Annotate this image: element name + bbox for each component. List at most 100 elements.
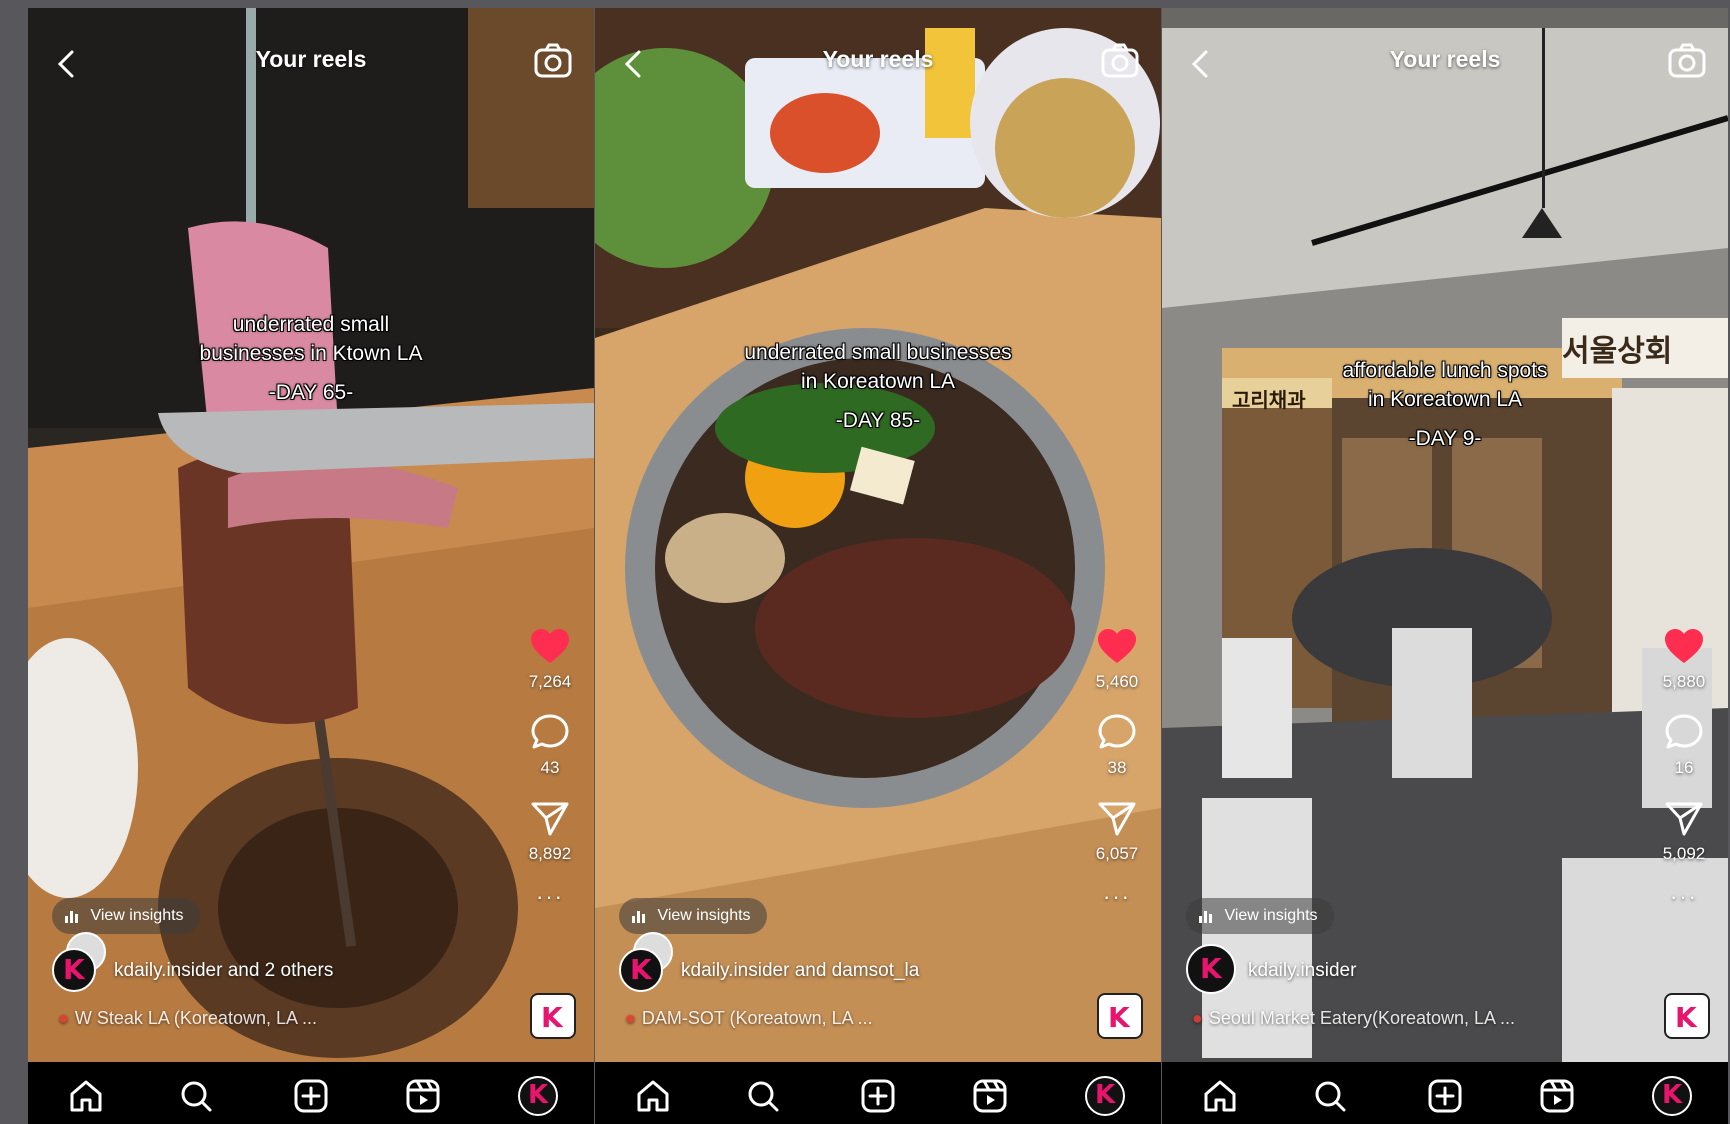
camera-icon[interactable] (1099, 40, 1141, 82)
insights-bars-icon (1199, 910, 1212, 923)
search-icon (1315, 1081, 1346, 1112)
caption-line-2: in Koreatown LA (800, 370, 956, 393)
view-insights-button[interactable]: View insights (619, 898, 767, 934)
comments-count: 38 (1107, 758, 1127, 777)
reels-icon (973, 1079, 1007, 1113)
reel-caption: affordable lunch spots in Koreatown LA -… (1202, 356, 1688, 453)
heart-icon[interactable] (528, 626, 572, 666)
likes-count: 7,264 (528, 672, 572, 691)
action-column: 5,460 38 6,057 ··· (1087, 626, 1147, 910)
nav-profile[interactable]: K (518, 1076, 558, 1116)
action-column: 5,880 16 5,092 ··· (1654, 626, 1714, 910)
nav-search[interactable] (176, 1076, 216, 1116)
audio-button[interactable]: K (1664, 993, 1710, 1039)
insights-bars-icon (632, 910, 645, 923)
camera-icon[interactable] (532, 40, 574, 82)
author-row: K kdaily.insider (1186, 944, 1638, 996)
nav-home[interactable] (66, 1076, 106, 1116)
reel-panel-2: Your reels underrated small businesses i… (595, 8, 1161, 1124)
nav-reels[interactable] (970, 1076, 1010, 1116)
avatar[interactable]: K (1186, 944, 1236, 994)
caption-line-2: in Koreatown LA (1367, 388, 1523, 411)
send-icon[interactable] (1662, 798, 1706, 838)
nav-profile[interactable]: K (1652, 1076, 1692, 1116)
location-pin-icon: ● (58, 1008, 69, 1028)
username[interactable]: kdaily.insider and damsot_la (681, 960, 919, 982)
search-icon (181, 1081, 212, 1112)
camera-icon[interactable] (1666, 40, 1708, 82)
bottom-nav: K (595, 1062, 1161, 1124)
page-title: Your reels (822, 46, 934, 72)
more-icon[interactable]: ··· (1087, 884, 1147, 910)
avatar[interactable]: K (52, 948, 96, 992)
audio-button[interactable]: K (530, 993, 576, 1039)
insights-bars-icon (65, 910, 78, 923)
shares-count: 6,057 (1095, 844, 1139, 863)
view-insights-button[interactable]: View insights (1186, 898, 1334, 934)
nav-search[interactable] (1310, 1076, 1350, 1116)
nav-create[interactable] (291, 1076, 331, 1116)
shares-count: 8,892 (528, 844, 572, 863)
location-tag[interactable]: ● DAM-SOT (Koreatown, LA ... (625, 1008, 873, 1029)
profile-icon: K (1095, 1080, 1116, 1110)
view-insights-button[interactable]: View insights (52, 898, 200, 934)
reel-caption: underrated small businesses in Ktown LA … (68, 310, 554, 407)
audio-button[interactable]: K (1097, 993, 1143, 1039)
send-icon[interactable] (528, 798, 572, 838)
avatar[interactable]: K (619, 948, 663, 992)
home-icon (1204, 1080, 1236, 1112)
comments-count: 43 (540, 758, 560, 777)
top-bar: Your reels (1162, 8, 1728, 108)
comments-count: 16 (1674, 758, 1694, 777)
comment-icon[interactable] (1095, 712, 1139, 752)
bottom-nav: K (1162, 1062, 1728, 1124)
heart-icon[interactable] (1662, 626, 1706, 666)
create-icon (1428, 1079, 1462, 1113)
location-pin-icon: ● (625, 1008, 636, 1028)
location-text: W Steak LA (Koreatown, LA ... (74, 1008, 317, 1028)
reels-icon (406, 1079, 440, 1113)
send-icon[interactable] (1095, 798, 1139, 838)
caption-day: -DAY 9- (1408, 427, 1482, 450)
nav-create[interactable] (858, 1076, 898, 1116)
nav-reels[interactable] (1537, 1076, 1577, 1116)
home-icon (70, 1080, 102, 1112)
likes-count: 5,880 (1662, 672, 1706, 691)
username[interactable]: kdaily.insider (1248, 960, 1356, 982)
caption-line-1: affordable lunch spots (1342, 359, 1548, 382)
location-text: Seoul Market Eatery(Koreatown, LA ... (1208, 1008, 1516, 1028)
nav-reels[interactable] (403, 1076, 443, 1116)
view-insights-label: View insights (1224, 907, 1318, 924)
page-title: Your reels (1389, 46, 1501, 72)
caption-line-1: underrated small (232, 313, 390, 336)
heart-icon[interactable] (1095, 626, 1139, 666)
more-icon[interactable]: ··· (1654, 884, 1714, 910)
location-text: DAM-SOT (Koreatown, LA ... (641, 1008, 873, 1028)
comment-icon[interactable] (1662, 712, 1706, 752)
nav-home[interactable] (633, 1076, 673, 1116)
nav-create[interactable] (1425, 1076, 1465, 1116)
profile-icon: K (528, 1080, 549, 1110)
k-logo-icon: K (1675, 1001, 1697, 1034)
location-tag[interactable]: ● Seoul Market Eatery(Koreatown, LA ... (1192, 1008, 1515, 1029)
location-tag[interactable]: ● W Steak LA (Koreatown, LA ... (58, 1008, 317, 1029)
nav-profile[interactable]: K (1085, 1076, 1125, 1116)
view-insights-label: View insights (657, 907, 751, 924)
nav-search[interactable] (743, 1076, 783, 1116)
top-bar: Your reels (28, 8, 594, 108)
page-title: Your reels (255, 46, 367, 72)
shares-count: 5,092 (1662, 844, 1706, 863)
nav-home[interactable] (1200, 1076, 1240, 1116)
create-icon (861, 1079, 895, 1113)
caption-line-2: businesses in Ktown LA (199, 342, 423, 365)
reel-panel-1: Your reels underrated small businesses i… (28, 8, 594, 1124)
location-pin-icon: ● (1192, 1008, 1203, 1028)
comment-icon[interactable] (528, 712, 572, 752)
more-icon[interactable]: ··· (520, 884, 580, 910)
bottom-nav: K (28, 1062, 594, 1124)
view-insights-label: View insights (90, 907, 184, 924)
author-row: K kdaily.insider and 2 others (52, 932, 504, 996)
action-column: 7,264 43 8,892 ··· (520, 626, 580, 910)
k-logo-icon: K (63, 953, 85, 986)
username[interactable]: kdaily.insider and 2 others (114, 960, 333, 982)
